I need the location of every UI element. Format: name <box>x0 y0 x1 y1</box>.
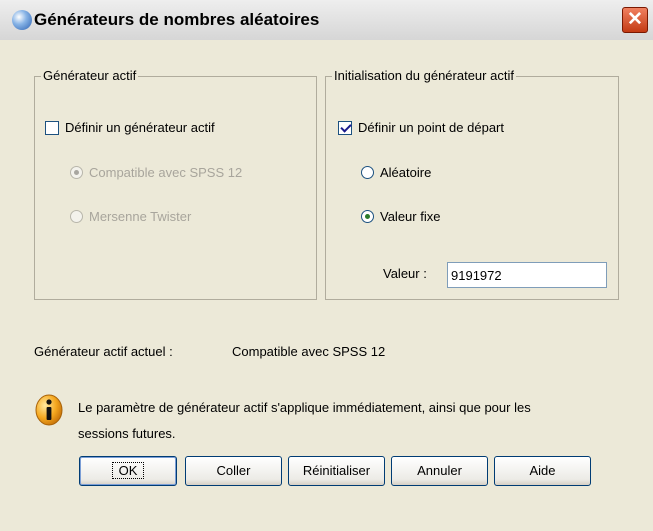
radio-random-button[interactable] <box>361 166 374 179</box>
set-active-generator-checkbox-box[interactable] <box>45 120 59 135</box>
set-active-generator-label: Définir un générateur actif <box>65 120 215 135</box>
title-bar[interactable]: Générateurs de nombres aléatoires ✕ <box>0 0 653 40</box>
help-button-label: Aide <box>529 463 556 478</box>
init-generator-legend: Initialisation du générateur actif <box>332 68 516 83</box>
radio-mersenne-twister-label: Mersenne Twister <box>89 209 192 224</box>
dialog-window: Générateurs de nombres aléatoires ✕ Géné… <box>0 0 653 531</box>
radio-fixed-value[interactable]: Valeur fixe <box>361 209 440 224</box>
globe-icon <box>12 10 32 30</box>
set-start-point-label: Définir un point de départ <box>358 120 504 135</box>
window-title: Générateurs de nombres aléatoires <box>34 10 320 29</box>
radio-spss12-label: Compatible avec SPSS 12 <box>89 165 243 180</box>
cancel-button-label: Annuler <box>417 463 462 478</box>
reset-button-label: Réinitialiser <box>302 463 371 478</box>
ok-button-label: OK <box>111 462 145 479</box>
close-icon: ✕ <box>627 9 643 30</box>
active-generator-legend: Générateur actif <box>41 68 139 83</box>
value-label: Valeur : <box>383 266 427 281</box>
radio-fixed-value-button[interactable] <box>361 210 374 223</box>
info-icon <box>35 394 63 426</box>
radio-spss12-button[interactable] <box>70 166 83 179</box>
current-generator-value: Compatible avec SPSS 12 <box>232 344 386 359</box>
ok-button[interactable]: OK <box>79 456 177 486</box>
cancel-button[interactable]: Annuler <box>391 456 488 486</box>
radio-random[interactable]: Aléatoire <box>361 165 431 180</box>
current-generator-label: Générateur actif actuel : <box>34 344 173 359</box>
value-input[interactable] <box>447 262 607 288</box>
radio-random-label: Aléatoire <box>380 165 432 180</box>
set-active-generator-checkbox[interactable]: Définir un générateur actif <box>45 120 215 135</box>
radio-mersenne-twister[interactable]: Mersenne Twister <box>70 209 191 224</box>
active-generator-group: Générateur actif <box>34 68 317 300</box>
info-text-line2: sessions futures. <box>78 426 176 441</box>
close-button[interactable]: ✕ <box>622 7 648 33</box>
reset-button[interactable]: Réinitialiser <box>288 456 385 486</box>
info-text-line1: Le paramètre de générateur actif s'appli… <box>78 400 531 415</box>
paste-button[interactable]: Coller <box>185 456 282 486</box>
radio-spss12[interactable]: Compatible avec SPSS 12 <box>70 165 242 180</box>
paste-button-label: Coller <box>216 463 251 478</box>
set-start-point-checkbox[interactable]: Définir un point de départ <box>338 120 504 135</box>
radio-fixed-value-label: Valeur fixe <box>380 209 441 224</box>
set-start-point-checkbox-box[interactable] <box>338 120 352 135</box>
help-button[interactable]: Aide <box>494 456 591 486</box>
radio-mersenne-twister-button[interactable] <box>70 210 83 223</box>
